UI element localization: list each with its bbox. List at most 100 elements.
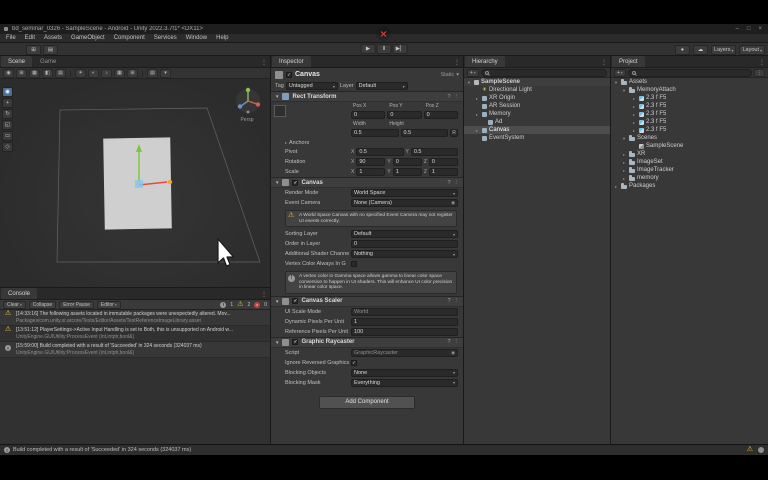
canvas-scaler-header[interactable]: ▼ ✓ Canvas Scaler ? ⋮ [271, 296, 463, 307]
hierarchy-item[interactable]: ▸ Memory [464, 110, 610, 118]
info-count-icon[interactable]: ! [220, 302, 226, 308]
hierarchy-item[interactable]: AR Session [464, 102, 610, 110]
status-bar[interactable]: ! Build completed with a result of 'Succ… [0, 444, 768, 455]
log-entry[interactable]: ⚠ [13:51:12] PlayerSettings->Active Inpu… [0, 326, 270, 342]
hierarchy-item-selected[interactable]: ▸ Canvas [464, 126, 610, 134]
component-menu-icon[interactable]: ⋮ [454, 298, 460, 304]
menu-assets[interactable]: Assets [44, 35, 62, 41]
menu-file[interactable]: File [6, 35, 16, 41]
foldout-icon[interactable]: ▸ [631, 104, 637, 109]
tab-options-icon[interactable]: ⋮ [759, 59, 765, 66]
project-folder[interactable]: ▸ memory [611, 174, 768, 182]
scene-viewport[interactable]: ◉ + ↻ ◱ ▭ ◇ [0, 79, 270, 287]
packages-root-row[interactable]: ▸ Packages [611, 182, 768, 190]
scene-header-row[interactable]: ▼ SampleScene [464, 78, 610, 86]
dynamic-ppu-field[interactable]: 1 [351, 318, 458, 326]
order-in-layer-field[interactable]: 0 [351, 240, 458, 248]
foldout-icon[interactable]: ▼ [621, 88, 627, 93]
options-icon[interactable]: ⋮ [754, 69, 765, 77]
help-icon[interactable]: ? [447, 94, 450, 100]
reference-ppu-field[interactable]: 100 [351, 328, 458, 336]
rotate-tool-button[interactable]: ↻ [2, 109, 13, 119]
foldout-icon[interactable]: ▼ [621, 136, 627, 141]
foldout-icon[interactable]: ▸ [613, 184, 619, 189]
project-asset[interactable]: ▸ 2.3 f F5 [611, 118, 768, 126]
view-options-toggle[interactable]: ▤ [55, 69, 66, 78]
menu-gameobject[interactable]: GameObject [71, 35, 105, 41]
account-icon[interactable]: ● [675, 45, 690, 55]
tab-hierarchy[interactable]: Hierarchy [465, 56, 505, 67]
version-control-icon[interactable]: ⊞ [26, 45, 41, 55]
hierarchy-search-input[interactable] [481, 69, 607, 77]
foldout-icon[interactable]: ▸ [631, 112, 637, 117]
object-picker-icon[interactable]: ◉ [451, 200, 455, 206]
project-search-input[interactable] [628, 69, 752, 77]
event-camera-object-field[interactable]: None (Camera) ◉ [351, 199, 458, 207]
clear-button[interactable]: Clear ▾ [3, 301, 26, 309]
menu-help[interactable]: Help [216, 35, 228, 41]
project-folder[interactable]: ▸ ImageTracker [611, 166, 768, 174]
layer-dropdown[interactable]: Default ▾ [356, 82, 408, 90]
component-menu-icon[interactable]: ⋮ [454, 94, 460, 100]
component-enabled-checkbox[interactable]: ✓ [292, 298, 298, 304]
rotation-z-field[interactable]: 0 [429, 158, 458, 166]
menu-edit[interactable]: Edit [25, 35, 35, 41]
error-pause-toggle[interactable]: Error Pause [59, 301, 94, 309]
orientation-gizmo[interactable] [232, 85, 264, 117]
project-folder[interactable]: ▸ ImageSet [611, 158, 768, 166]
foldout-icon[interactable]: ▸ [621, 152, 627, 157]
tab-options-icon[interactable]: ⋮ [601, 59, 607, 66]
project-asset[interactable]: ▸ 2.3 f F5 [611, 94, 768, 102]
help-icon[interactable]: ? [447, 298, 450, 304]
cloud-icon[interactable]: ☁ [693, 45, 708, 55]
static-dropdown[interactable]: Static ▾ [440, 72, 459, 78]
pos-y-field[interactable]: 0 [387, 111, 421, 119]
component-menu-icon[interactable]: ⋮ [454, 339, 460, 345]
foldout-icon[interactable]: ▸ [474, 112, 480, 117]
effects-toggle[interactable]: ▦ [114, 69, 125, 78]
hidden-objects-toggle[interactable]: ⊞ [127, 69, 138, 78]
blend-badge[interactable]: R [450, 129, 458, 137]
menu-window[interactable]: Window [186, 35, 207, 41]
hierarchy-item[interactable]: ☀ Directional Light [464, 86, 610, 94]
object-name[interactable]: Canvas [295, 71, 437, 78]
tab-console[interactable]: Console [1, 288, 37, 299]
sorting-layer-dropdown[interactable]: Default ▾ [351, 230, 458, 238]
log-entry[interactable]: ⚠ [14:33:16] The following assets locate… [0, 310, 270, 326]
component-enabled-checkbox[interactable]: ✓ [292, 339, 298, 345]
tab-options-icon[interactable]: ⋮ [261, 291, 267, 298]
grid-toggle[interactable]: ▦ [29, 69, 40, 78]
collapse-toggle[interactable]: Collapse [29, 301, 56, 309]
gizmos-dropdown[interactable]: ▾ [160, 69, 171, 78]
foldout-icon[interactable]: ▸ [631, 128, 637, 133]
tab-scene[interactable]: Scene [1, 56, 32, 67]
height-field[interactable]: 0.5 [401, 129, 449, 137]
enabled-checkbox[interactable]: ✓ [286, 72, 292, 78]
rotation-x-field[interactable]: 90 [356, 158, 385, 166]
pivot-x-field[interactable]: 0.5 [356, 148, 403, 156]
create-button[interactable]: + ▾ [614, 69, 626, 77]
vertex-color-checkbox[interactable] [351, 261, 357, 267]
object-picker-icon[interactable]: ◉ [451, 350, 455, 356]
foldout-icon[interactable]: ▸ [285, 140, 287, 145]
tab-inspector[interactable]: Inspector [272, 56, 311, 67]
create-button[interactable]: + ▾ [467, 69, 479, 77]
project-asset[interactable]: SampleScene [611, 142, 768, 150]
status-warning-icon[interactable]: ⚠ [747, 447, 753, 453]
minimize-button[interactable]: – [736, 26, 739, 32]
tab-options-icon[interactable]: ⋮ [454, 59, 460, 66]
move-tool-button[interactable]: + [2, 98, 13, 108]
menu-component[interactable]: Component [114, 35, 145, 41]
foldout-icon[interactable]: ▼ [466, 80, 472, 85]
close-button[interactable]: × [758, 26, 762, 32]
shading-toggle[interactable]: ◐ [88, 69, 99, 78]
transform-tool-button[interactable]: ◇ [2, 142, 13, 152]
foldout-icon[interactable]: ▼ [275, 180, 279, 185]
editor-dropdown[interactable]: Editor ▾ [97, 301, 121, 309]
scale-y-field[interactable]: 1 [393, 168, 422, 176]
foldout-icon[interactable]: ▼ [275, 94, 279, 99]
tag-dropdown[interactable]: Untagged ▾ [286, 82, 338, 90]
tab-options-icon[interactable]: ⋮ [261, 59, 267, 66]
scale-tool-button[interactable]: ◱ [2, 120, 13, 130]
tab-project[interactable]: Project [612, 56, 645, 67]
